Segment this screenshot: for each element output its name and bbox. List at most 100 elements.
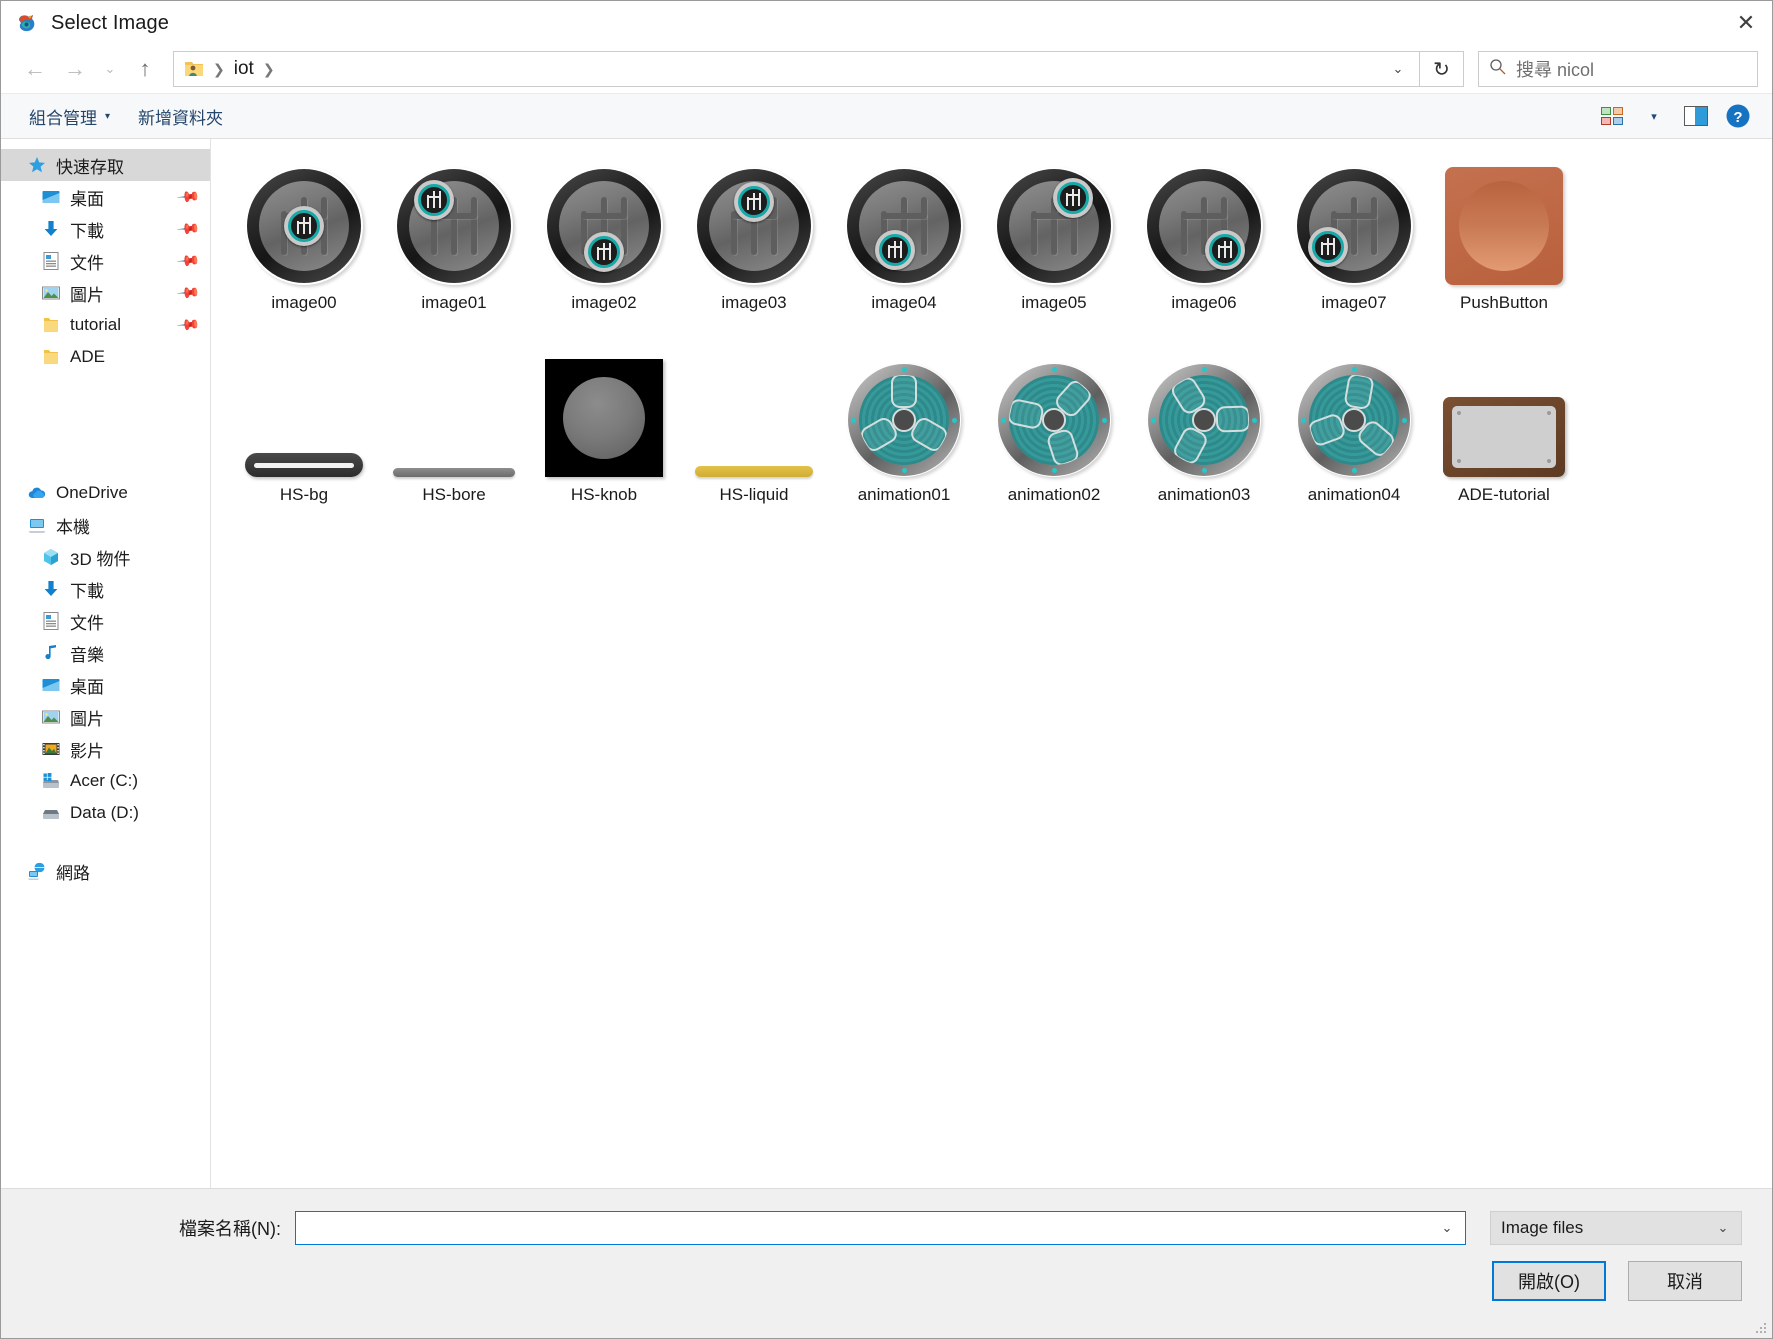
preview-pane-icon[interactable] [1676,98,1716,134]
pin-icon[interactable]: 📌 [176,248,202,274]
file-item-animation01[interactable]: animation01 [829,345,979,509]
file-item-hs-liquid[interactable]: HS-liquid [679,345,829,509]
pin-icon[interactable]: 📌 [176,312,202,338]
file-item-animation02[interactable]: animation02 [979,345,1129,509]
view-layout-icon[interactable] [1592,98,1632,134]
sidebar-item-videos[interactable]: 影片 [1,733,210,765]
organize-button[interactable]: 組合管理 ▾ [15,94,124,138]
filetype-value: Image files [1501,1218,1584,1237]
thumbnail [229,153,379,285]
back-button[interactable]: ← [15,50,55,88]
search-box[interactable]: 搜尋 nicol [1478,51,1758,87]
file-name-label: image04 [871,293,937,312]
pin-icon[interactable]: 📌 [176,280,202,306]
onedrive-icon [27,483,47,503]
file-item-pushbutton[interactable]: PushButton [1429,153,1579,317]
close-button[interactable]: ✕ [1720,1,1772,45]
sidebar-item-3d-objects[interactable]: 3D 物件 [1,541,210,573]
address-bar[interactable]: ❯ iot ❯ ⌄ [173,51,1420,87]
sidebar-item-pictures[interactable]: 圖片 📌 [1,277,210,309]
file-item-image03[interactable]: image03 [679,153,829,317]
file-list-view[interactable]: image00 image01 image02 image03 image04 … [211,139,1772,1188]
sidebar-item-onedrive[interactable]: OneDrive [1,477,210,509]
filetype-dropdown[interactable]: Image files ⌄ [1490,1211,1742,1245]
sidebar-label: Data (D:) [70,803,139,822]
hs-liquid-thumbnail [695,466,813,477]
file-item-image04[interactable]: image04 [829,153,979,317]
view-dropdown-caret-icon[interactable]: ▾ [1634,98,1674,134]
sidebar-item-desktop[interactable]: 桌面 📌 [1,181,210,213]
file-item-animation03[interactable]: animation03 [1129,345,1279,509]
thumbnail [979,345,1129,477]
file-grid-row-1: image00 image01 image02 image03 image04 … [229,153,1772,317]
file-item-ade-tutorial[interactable]: ADE-tutorial [1429,345,1579,509]
filename-row: 檔案名稱(N): ⌄ Image files ⌄ [31,1211,1742,1245]
sidebar-item-tutorial[interactable]: tutorial 📌 [1,309,210,341]
file-item-image05[interactable]: image05 [979,153,1129,317]
thumbnail [379,153,529,285]
up-button[interactable]: ↑ [125,50,165,88]
chameleon-icon [15,11,39,35]
sidebar-item-downloads-pc[interactable]: 下載 [1,573,210,605]
file-item-animation04[interactable]: animation04 [1279,345,1429,509]
forward-button[interactable]: → [55,50,95,88]
sidebar-item-music[interactable]: 音樂 [1,637,210,669]
address-dropdown-icon[interactable]: ⌄ [1381,52,1415,86]
sidebar-item-pictures-pc[interactable]: 圖片 [1,701,210,733]
file-item-image07[interactable]: image07 [1279,153,1429,317]
file-item-image06[interactable]: image06 [1129,153,1279,317]
new-folder-button[interactable]: 新增資料夾 [124,94,237,138]
cancel-button[interactable]: 取消 [1628,1261,1742,1301]
file-item-image01[interactable]: image01 [379,153,529,317]
chevron-down-icon: ⌄ [1717,1220,1729,1235]
gear-knob-thumbnail [545,167,663,285]
file-name-label: animation03 [1157,485,1251,504]
sidebar-item-ade[interactable]: ADE [1,341,210,373]
file-name-label: HS-bg [279,485,329,504]
sidebar-item-documents[interactable]: 文件 📌 [1,245,210,277]
user-folder-icon [184,59,204,79]
sidebar-label: 文件 [70,253,104,273]
sidebar-item-network[interactable]: 網路 [1,855,210,887]
sidebar-item-data-d[interactable]: Data (D:) [1,797,210,829]
sidebar-item-downloads[interactable]: 下載 📌 [1,213,210,245]
file-grid-row-2: HS-bg HS-bore HS-knob HS-liquid animatio… [229,345,1772,509]
thumbnail [1279,345,1429,477]
sidebar-item-this-pc[interactable]: 本機 [1,509,210,541]
footer-buttons: 開啟(O) 取消 [31,1261,1742,1301]
gear-knob-thumbnail [695,167,813,285]
breadcrumb-path[interactable]: iot [234,58,254,80]
sidebar-label: 本機 [56,517,90,537]
gear-knob-thumbnail [995,167,1113,285]
recent-locations-button[interactable]: ⌄ [95,50,125,88]
search-input[interactable]: 搜尋 nicol [1516,56,1594,82]
new-folder-label: 新增資料夾 [138,108,224,128]
resize-grip[interactable] [1755,1322,1767,1334]
open-button[interactable]: 開啟(O) [1492,1261,1606,1301]
filename-input[interactable]: ⌄ [295,1211,1466,1245]
refresh-button[interactable]: ↻ [1420,51,1464,87]
network-icon [27,861,47,881]
breadcrumb-separator-2[interactable]: ❯ [254,61,284,78]
thumbnail [1129,153,1279,285]
pin-icon[interactable]: 📌 [176,184,202,210]
sidebar-item-desktop-pc[interactable]: 桌面 [1,669,210,701]
chevron-down-icon[interactable]: ⌄ [1433,1220,1461,1236]
title-bar: Select Image ✕ [1,1,1772,45]
sidebar-item-quick-access[interactable]: 快速存取 [1,149,210,181]
sidebar-item-acer-c[interactable]: Acer (C:) [1,765,210,797]
gear-badge-icon [584,231,624,272]
file-name-label: animation04 [1307,485,1401,504]
pin-icon[interactable]: 📌 [176,216,202,242]
folder-icon [41,347,61,367]
file-item-image00[interactable]: image00 [229,153,379,317]
file-item-hs-knob[interactable]: HS-knob [529,345,679,509]
help-icon[interactable]: ? [1718,98,1758,134]
file-name-label: HS-bore [422,485,486,504]
file-item-hs-bg[interactable]: HS-bg [229,345,379,509]
file-item-hs-bore[interactable]: HS-bore [379,345,529,509]
sidebar-item-documents-pc[interactable]: 文件 [1,605,210,637]
gear-badge-icon [284,206,324,246]
file-item-image02[interactable]: image02 [529,153,679,317]
